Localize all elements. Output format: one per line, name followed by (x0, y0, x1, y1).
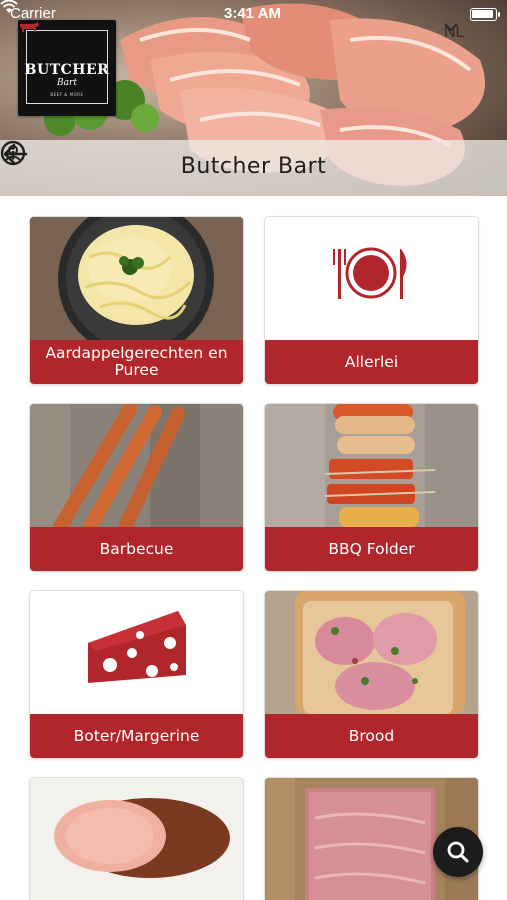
logo-tagline: BEEF & MORE (50, 92, 84, 97)
bbq-skewers-image (265, 404, 478, 527)
pizza-bread-image (265, 591, 478, 714)
butcher-bart-logo: BUTCHER Bart BEEF & MORE (18, 20, 116, 116)
category-label: Allerlei (265, 340, 478, 384)
search-icon (447, 841, 469, 863)
header-banner: Carrier 3:41 AM NL BUTCHER Bart BEEF & M… (0, 0, 507, 196)
category-tile-boter-margerine[interactable]: Boter/Margerine (30, 591, 243, 758)
ham-image (30, 778, 243, 900)
category-label: Boter/Margerine (30, 714, 243, 758)
chevron-down-icon (444, 23, 458, 32)
category-tile-barbecue[interactable]: Barbecue (30, 404, 243, 571)
cow-icon (20, 22, 39, 32)
battery-icon (470, 8, 500, 21)
category-tile-ham[interactable] (30, 778, 243, 900)
app-screen: Carrier 3:41 AM NL BUTCHER Bart BEEF & M… (0, 0, 507, 900)
page-title: Butcher Bart (180, 154, 327, 179)
category-tile-bbq-folder[interactable]: BBQ Folder (265, 404, 478, 571)
category-label: Brood (265, 714, 478, 758)
wifi-icon (0, 0, 18, 13)
category-label: Aardappelgerechten en Puree (30, 340, 243, 384)
sausages-image (30, 404, 243, 527)
language-selector[interactable]: NL (444, 22, 464, 44)
plate-cutlery-icon (265, 217, 478, 340)
category-tile-aardappelgerechten[interactable]: Aardappelgerechten en Puree (30, 217, 243, 384)
logo-subtitle: Bart (57, 78, 77, 88)
category-label: Barbecue (30, 527, 243, 571)
navigation-bar: Butcher Bart (0, 140, 507, 196)
user-profile-icon[interactable] (0, 140, 26, 166)
category-tile-brood[interactable]: Brood (265, 591, 478, 758)
category-tile-allerlei[interactable]: Allerlei (265, 217, 478, 384)
status-time: 3:41 AM (224, 5, 281, 22)
category-grid: Aardappelgerechten en Puree Allerlei Bar… (0, 196, 507, 900)
mashed-potato-image (30, 217, 243, 340)
category-label: BBQ Folder (265, 527, 478, 571)
search-button[interactable] (433, 827, 483, 877)
logo-name: BUTCHER (24, 62, 110, 78)
cheese-icon (30, 591, 243, 714)
